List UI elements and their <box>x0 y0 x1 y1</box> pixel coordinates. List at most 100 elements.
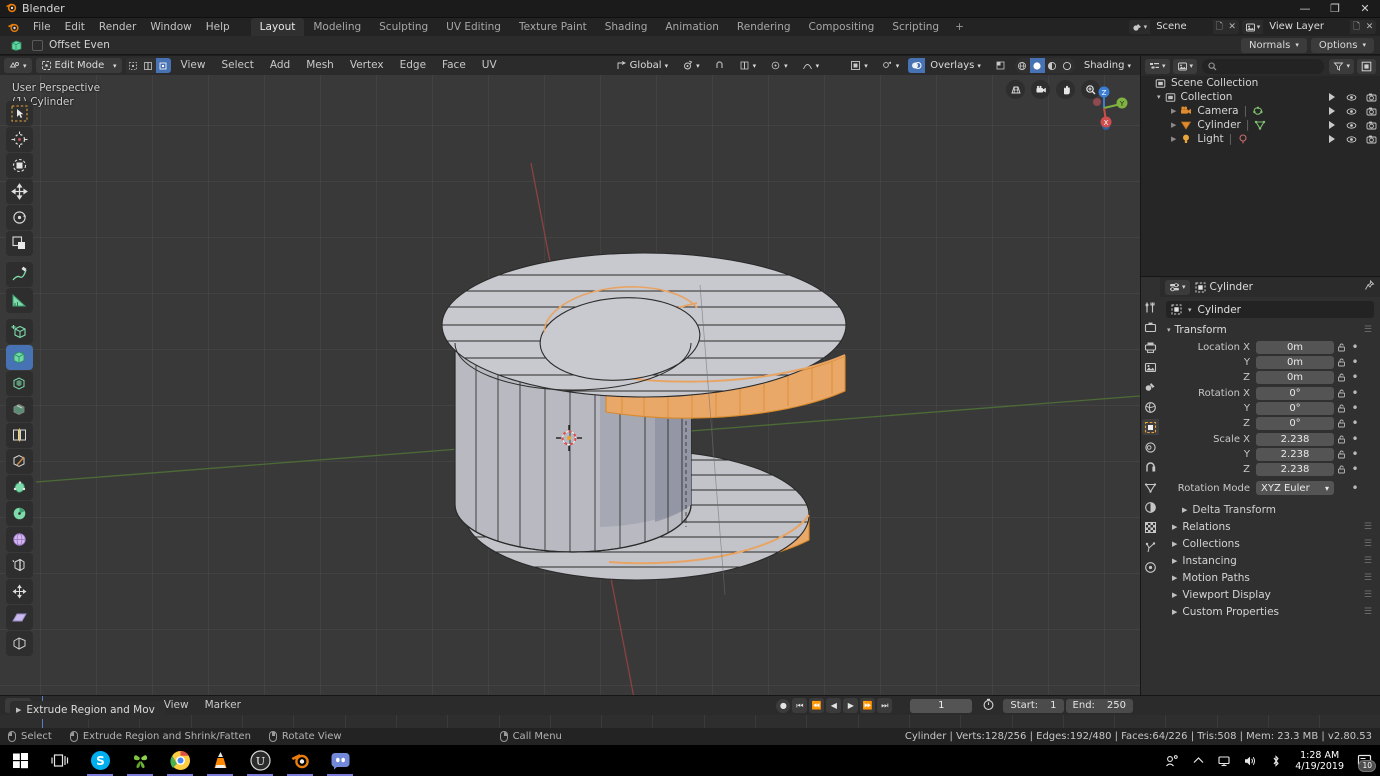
outliner-editor-type-selector[interactable]: ▾ <box>1145 59 1170 74</box>
normals-dropdown[interactable]: Normals ▾ <box>1241 38 1307 53</box>
maximize-button[interactable]: ❐ <box>1320 0 1350 18</box>
animate-property-icon[interactable]: • <box>1348 370 1362 384</box>
rotate-tool[interactable] <box>6 205 33 230</box>
ruler-tool[interactable] <box>6 288 33 313</box>
disable-in-renders-icon[interactable] <box>1366 134 1377 145</box>
editor-type-selector[interactable]: ▾ <box>4 58 32 73</box>
world-properties-tab[interactable] <box>1142 399 1159 415</box>
hide-in-viewport-icon[interactable] <box>1346 92 1357 103</box>
poly-build-tool[interactable] <box>6 475 33 500</box>
hide-in-viewport-icon[interactable] <box>1346 106 1357 117</box>
menu-edit[interactable]: Edit <box>58 18 92 36</box>
scale-tool[interactable] <box>6 231 33 256</box>
outliner-toggle-icon[interactable] <box>1357 59 1376 74</box>
volume-icon[interactable] <box>1237 745 1263 776</box>
animate-property-icon[interactable]: • <box>1348 481 1362 495</box>
smooth-tool[interactable] <box>6 527 33 552</box>
inset-faces-tool[interactable] <box>6 371 33 396</box>
tab-compositing[interactable]: Compositing <box>800 18 884 36</box>
render-properties-tab[interactable] <box>1142 319 1159 335</box>
display-mode-selector[interactable]: ▾ <box>1173 59 1198 74</box>
move-tool[interactable] <box>6 179 33 204</box>
timeline-menu-marker[interactable]: Marker <box>199 696 247 715</box>
view-layer-selector[interactable]: ▾ View Layer 🗋 ✕ <box>1242 20 1376 34</box>
current-frame-field[interactable]: 1 <box>910 699 972 713</box>
rip-region-tool[interactable] <box>6 631 33 656</box>
close-button[interactable]: ✕ <box>1350 0 1380 18</box>
play-button[interactable]: ▶ <box>843 698 858 713</box>
outliner-row-cylinder[interactable]: ▶ Cylinder | <box>1141 118 1380 132</box>
4k-video-icon[interactable] <box>120 745 160 776</box>
spin-tool[interactable] <box>6 501 33 526</box>
tab-uv-editing[interactable]: UV Editing <box>437 18 510 36</box>
overlays-dropdown[interactable]: Overlays ▾ <box>925 58 986 73</box>
network-icon[interactable] <box>1211 745 1237 776</box>
location-y-field[interactable]: 0m <box>1256 356 1334 369</box>
lock-icon[interactable] <box>1334 358 1348 367</box>
rotation-mode-select[interactable]: XYZ Euler ▾ <box>1256 481 1334 495</box>
outliner-row-scene-collection[interactable]: Scene Collection <box>1141 76 1380 90</box>
frame-end-field[interactable]: End: 250 <box>1066 699 1133 713</box>
chrome-icon[interactable] <box>160 745 200 776</box>
remove-scene-button[interactable]: ✕ <box>1226 20 1239 34</box>
animate-property-icon[interactable]: • <box>1348 401 1362 415</box>
scene-name[interactable]: Scene <box>1150 20 1213 34</box>
people-icon[interactable] <box>1159 745 1185 776</box>
pan-view-icon[interactable] <box>1056 80 1075 99</box>
disable-in-renders-icon[interactable] <box>1366 106 1377 117</box>
knife-tool[interactable] <box>6 449 33 474</box>
visibility-selector[interactable]: ▾ <box>845 58 873 73</box>
enable-in-viewports-icon[interactable] <box>1326 134 1337 145</box>
object-data-properties-tab[interactable] <box>1142 559 1159 575</box>
skype-icon[interactable]: S <box>80 745 120 776</box>
lock-icon[interactable] <box>1334 435 1348 444</box>
properties-editor-type-selector[interactable]: ▾ <box>1165 280 1190 295</box>
edge-slide-tool[interactable] <box>6 553 33 578</box>
falloff-curve-icon[interactable]: ▾ <box>797 58 825 73</box>
lock-icon[interactable] <box>1334 389 1348 398</box>
menu-help[interactable]: Help <box>199 18 237 36</box>
menu-window[interactable]: Window <box>143 18 198 36</box>
vlc-icon[interactable] <box>200 745 240 776</box>
outliner-row-camera[interactable]: ▶ Camera | <box>1141 104 1380 118</box>
loop-cut-tool[interactable] <box>6 423 33 448</box>
proportional-editing-toggle[interactable]: ▾ <box>734 58 762 73</box>
chevron-right-icon[interactable]: ▶ <box>1171 107 1176 115</box>
vertex-select-mode-button[interactable] <box>126 58 141 73</box>
menu-render[interactable]: Render <box>92 18 143 36</box>
chevron-right-icon[interactable]: ▶ <box>1171 135 1176 143</box>
shading-dropdown[interactable]: Shading ▾ <box>1079 58 1136 73</box>
options-dropdown[interactable]: Options ▾ <box>1311 38 1374 53</box>
scene-properties-tab[interactable] <box>1142 379 1159 395</box>
light-data-icon[interactable] <box>1237 133 1249 145</box>
rotation-z-field[interactable]: 0° <box>1256 417 1334 430</box>
chevron-down-icon[interactable]: ▾ <box>1157 93 1161 101</box>
offset-even-checkbox[interactable] <box>32 40 43 51</box>
3d-viewport[interactable]: ▾ Edit Mode ▾ View Select Add <box>0 56 1140 731</box>
menu-file[interactable]: File <box>26 18 58 36</box>
mesh-data-icon[interactable] <box>1254 119 1266 131</box>
face-select-mode-button[interactable] <box>156 58 171 73</box>
camera-data-icon[interactable] <box>1252 105 1264 117</box>
disable-in-renders-icon[interactable] <box>1366 92 1377 103</box>
material-properties-tab[interactable] <box>1142 499 1159 515</box>
scale-y-field[interactable]: 2.238 <box>1256 448 1334 461</box>
cursor-tool[interactable] <box>6 127 33 152</box>
viewport-menu-select[interactable]: Select <box>215 56 259 75</box>
physics-properties-tab[interactable] <box>1142 459 1159 475</box>
xray-toggle[interactable] <box>990 58 1011 73</box>
taskbar-clock[interactable]: 1:28 AM 4/19/2019 <box>1289 750 1350 772</box>
show-hidden-icons-icon[interactable] <box>1185 745 1211 776</box>
jump-to-prev-keyframe-button[interactable]: ⏪ <box>809 698 824 713</box>
animate-property-icon[interactable]: • <box>1348 416 1362 430</box>
enable-in-viewports-icon[interactable] <box>1326 92 1337 103</box>
view-axis-gizmo[interactable]: Z Y X <box>1076 80 1132 136</box>
viewport-canvas[interactable]: User Perspective (1) Cylinder ▶ Extrude … <box>0 75 1140 731</box>
viewport-menu-face[interactable]: Face <box>436 56 472 75</box>
outliner-tree[interactable]: Scene Collection ▾ Collection ▶ Camera <box>1141 76 1380 276</box>
overlays-toggle[interactable] <box>908 58 925 73</box>
texture-properties-tab[interactable] <box>1142 519 1159 535</box>
jump-to-next-keyframe-button[interactable]: ⏩ <box>860 698 875 713</box>
pin-icon[interactable] <box>1364 280 1375 294</box>
new-view-layer-button[interactable]: 🗋 <box>1350 20 1363 34</box>
